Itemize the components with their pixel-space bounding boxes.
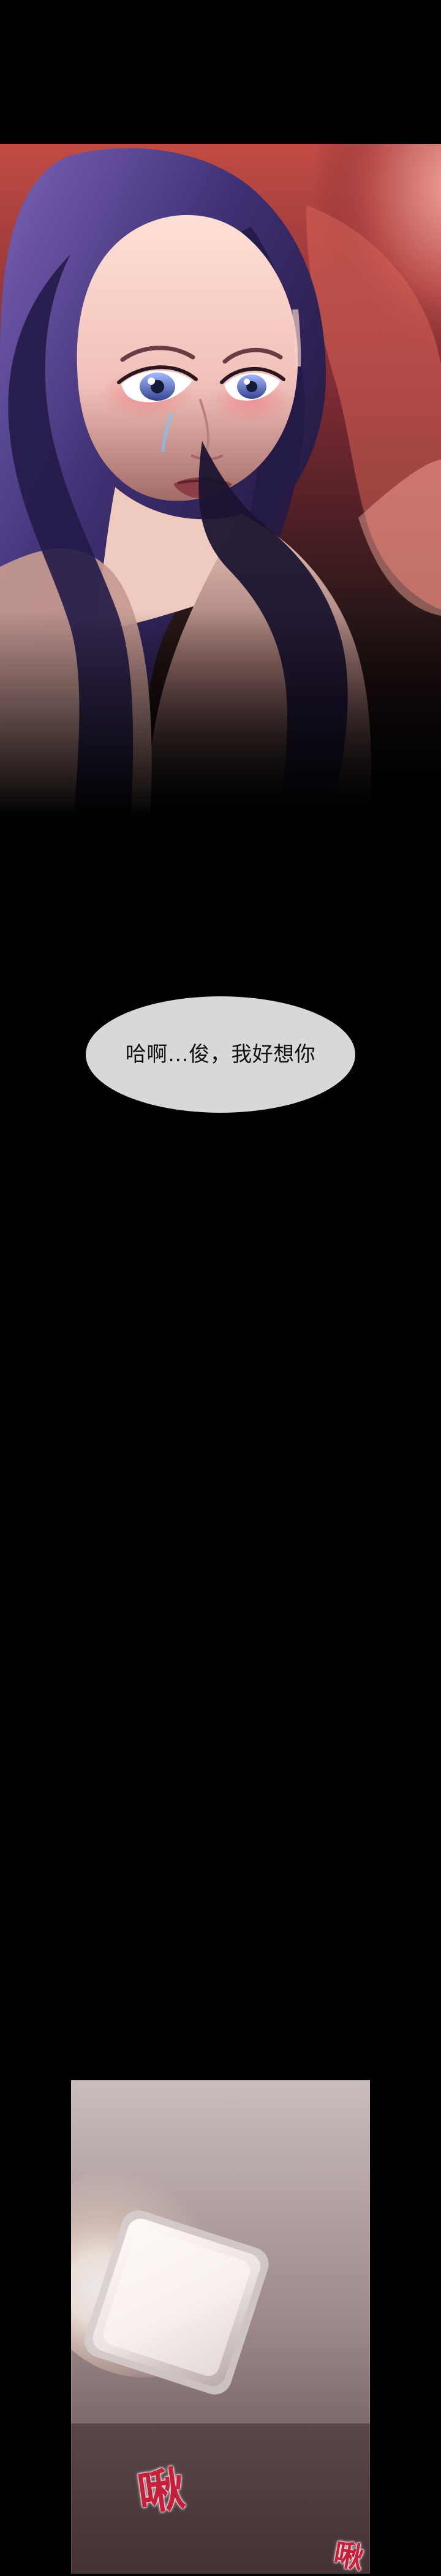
sound-effect-small: 啾 — [331, 2537, 366, 2576]
sound-effect-main: 啾 — [134, 2461, 188, 2521]
woman-close-up-illustration — [0, 144, 441, 818]
bottom-panel-illustration — [71, 2080, 370, 2574]
comic-page: 哈啊…俊，我好想你 啾 啾 — [0, 0, 441, 2576]
speech-text: 哈啊…俊，我好想你 — [125, 1042, 316, 1067]
speech-bubble: 哈啊…俊，我好想你 — [86, 996, 355, 1113]
phone-light-illustration — [71, 2080, 370, 2574]
top-panel-illustration — [0, 144, 441, 818]
